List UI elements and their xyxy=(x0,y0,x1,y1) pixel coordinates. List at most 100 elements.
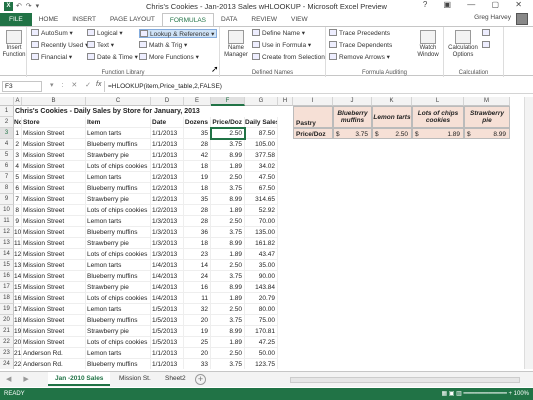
cell[interactable]: 28 xyxy=(184,216,211,227)
cell[interactable]: 1.89 xyxy=(211,249,245,260)
cell[interactable]: 1/1/2013 xyxy=(151,150,184,161)
col-label-3[interactable]: Date xyxy=(151,117,184,128)
date-time-button[interactable]: Date & Time ▾ xyxy=(87,53,138,62)
cell[interactable]: 3.75 xyxy=(211,271,245,282)
column-header-m[interactable]: M xyxy=(464,97,510,106)
cell[interactable]: 16 xyxy=(14,293,22,304)
cell[interactable]: Anderson Rd. xyxy=(22,348,86,359)
cell[interactable]: 20.79 xyxy=(245,293,278,304)
formula-input[interactable]: =HLOOKUP(item,Price_table,2,FALSE) xyxy=(104,81,531,92)
cell[interactable]: 5 xyxy=(14,172,22,183)
cell[interactable]: Anderson Rd. xyxy=(22,359,86,369)
insert-function-button[interactable]: Insert Function xyxy=(2,30,26,59)
tab-insert[interactable]: INSERT xyxy=(65,13,103,26)
cell[interactable]: 1/4/2013 xyxy=(151,271,184,282)
tab-formulas[interactable]: FORMULAS xyxy=(161,13,214,26)
cell[interactable]: 43.47 xyxy=(245,249,278,260)
cell[interactable]: 1 xyxy=(14,128,22,139)
cell[interactable]: 1/1/2013 xyxy=(151,128,184,139)
row-header-3[interactable]: 3 xyxy=(0,128,14,139)
cell[interactable]: 3.75 xyxy=(211,315,245,326)
column-header-c[interactable]: C xyxy=(86,97,151,106)
price-table-price[interactable]: $2.50 xyxy=(372,128,412,139)
cell[interactable]: 47.50 xyxy=(245,172,278,183)
cell[interactable]: 25 xyxy=(184,337,211,348)
cell[interactable]: 90.00 xyxy=(245,271,278,282)
cell[interactable]: 11 xyxy=(184,293,211,304)
column-header-l[interactable]: L xyxy=(412,97,464,106)
cell[interactable]: 1/5/2013 xyxy=(151,304,184,315)
zoom-control[interactable]: ▦ ▣ ▥ ━━━━━━━━━━━━ + 100% xyxy=(441,388,529,400)
tab-home[interactable]: HOME xyxy=(32,13,66,26)
cell[interactable]: Mission Street xyxy=(22,172,86,183)
cell[interactable]: 1/4/2013 xyxy=(151,293,184,304)
select-all-corner[interactable] xyxy=(0,97,14,106)
cell[interactable]: 16 xyxy=(184,282,211,293)
cell[interactable]: 3.75 xyxy=(211,183,245,194)
cell[interactable]: 1/3/2013 xyxy=(151,216,184,227)
financial-button[interactable]: Financial ▾ xyxy=(31,53,72,62)
recently-used-button[interactable]: Recently Used ▾ xyxy=(31,41,88,50)
active-cell-f3[interactable] xyxy=(210,127,246,140)
cell[interactable]: 2 xyxy=(14,139,22,150)
cell[interactable]: 2.50 xyxy=(211,172,245,183)
price-table-price[interactable]: $8.99 xyxy=(464,128,510,139)
cell[interactable]: Lots of chips cookies xyxy=(86,161,151,172)
cell[interactable]: 123.75 xyxy=(245,359,278,369)
row-header-6[interactable]: 6 xyxy=(0,161,14,172)
row-header-1[interactable]: 1 xyxy=(0,106,14,117)
column-header-a[interactable]: A xyxy=(14,97,22,106)
cell[interactable]: Mission Street xyxy=(22,227,86,238)
cell[interactable]: 18 xyxy=(14,315,22,326)
cell[interactable]: Mission Street xyxy=(22,139,86,150)
cell[interactable]: Strawberry pie xyxy=(86,326,151,337)
cell[interactable]: 3.75 xyxy=(211,139,245,150)
cell[interactable]: 1/3/2013 xyxy=(151,249,184,260)
cell[interactable]: 1/3/2013 xyxy=(151,238,184,249)
cell[interactable]: 3.75 xyxy=(211,227,245,238)
cell[interactable]: 7 xyxy=(14,194,22,205)
cell[interactable]: Lots of chips cookies xyxy=(86,293,151,304)
cell[interactable]: Lemon tarts xyxy=(86,260,151,271)
row-header-12[interactable]: 12 xyxy=(0,227,14,238)
row-header-15[interactable]: 15 xyxy=(0,260,14,271)
cell[interactable]: 24 xyxy=(184,271,211,282)
cell[interactable]: 28 xyxy=(184,205,211,216)
cell[interactable]: 8 xyxy=(14,205,22,216)
price-table-price[interactable]: $1.89 xyxy=(412,128,464,139)
create-from-selection-button[interactable]: Create from Selection xyxy=(252,53,325,62)
row-header-9[interactable]: 9 xyxy=(0,194,14,205)
row-header-7[interactable]: 7 xyxy=(0,172,14,183)
cell[interactable]: Lemon tarts xyxy=(86,128,151,139)
text-button[interactable]: Text ▾ xyxy=(87,41,114,50)
cell[interactable]: 18 xyxy=(184,183,211,194)
cell[interactable]: Mission Street xyxy=(22,249,86,260)
math-trig-button[interactable]: Math & Trig ▾ xyxy=(139,41,187,50)
price-table-item[interactable]: Strawberry pie xyxy=(464,106,510,128)
cell[interactable]: 28 xyxy=(184,139,211,150)
cell[interactable]: Lemon tarts xyxy=(86,172,151,183)
cell[interactable]: 35 xyxy=(184,128,211,139)
cell[interactable]: 8.99 xyxy=(211,282,245,293)
lookup-reference-button[interactable]: Lookup & Reference ▾ xyxy=(139,29,218,38)
cell[interactable]: 105.00 xyxy=(245,139,278,150)
row-header-16[interactable]: 16 xyxy=(0,271,14,282)
cell[interactable]: Mission Street xyxy=(22,150,86,161)
row-header-13[interactable]: 13 xyxy=(0,238,14,249)
cell[interactable]: 21 xyxy=(14,348,22,359)
remove-arrows-button[interactable]: Remove Arrows ▾ xyxy=(329,53,390,62)
cell[interactable]: Mission Street xyxy=(22,315,86,326)
cell[interactable]: 34.02 xyxy=(245,161,278,172)
cell[interactable]: Mission Street xyxy=(22,183,86,194)
cell[interactable]: 1/4/2013 xyxy=(151,282,184,293)
cell[interactable]: Lemon tarts xyxy=(86,216,151,227)
cell[interactable]: Mission Street xyxy=(22,216,86,227)
cell[interactable]: Blueberry muffins xyxy=(86,139,151,150)
cell[interactable]: 8.99 xyxy=(211,194,245,205)
cell[interactable]: 1/2/2013 xyxy=(151,194,184,205)
cell[interactable]: Mission Street xyxy=(22,260,86,271)
sheet-tab-jan-sales[interactable]: Jan -2010 Sales xyxy=(48,372,111,386)
cell[interactable]: 18 xyxy=(184,161,211,172)
cell[interactable]: 10 xyxy=(14,227,22,238)
cell[interactable]: Lots of chips cookies xyxy=(86,205,151,216)
